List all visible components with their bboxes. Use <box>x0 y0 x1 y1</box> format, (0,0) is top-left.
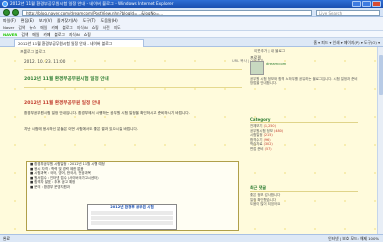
vertical-scrollbar[interactable] <box>377 47 383 234</box>
avatar[interactable] <box>250 61 264 75</box>
search-input[interactable]: Live Search <box>316 9 380 16</box>
window-title-bar: 2012년 11월 환경부공무원시험 일정 안내 - 네이버 블로그 - Win… <box>0 0 383 8</box>
menu-view[interactable]: 보기(V) <box>39 17 52 24</box>
profile: dreamcom 공무원 시험 정보와 합격 노하우를 공유하는 블로그입니다.… <box>250 61 358 91</box>
naver-toolbar-item[interactable]: 쇼핑 <box>84 31 91 37</box>
divider <box>24 69 242 70</box>
link-item[interactable]: 지도 <box>114 24 121 30</box>
post-heading: 2012년 11월 환경부공무원시험 일정 안내 <box>24 77 109 82</box>
window-title: 2012년 11월 환경부공무원시험 일정 안내 - 네이버 블로그 - Win… <box>10 1 174 6</box>
post-date: 2012. 10. 23. 11:00 <box>24 59 66 64</box>
category-name[interactable]: 학습자료 <box>250 142 262 146</box>
category-section: Category 전체보기 (1,250) 공무원시험 정보 (480) 시험일… <box>250 117 358 152</box>
table-row <box>91 211 173 215</box>
recent-comment[interactable]: 도움이 많이 되었어요 <box>250 202 358 207</box>
divider <box>24 87 242 88</box>
menu-bar: 파일(F) 편집(E) 보기(V) 즐겨찾기(A) 도구(T) 도움말(H) <box>0 17 383 24</box>
naver-toolbar-item[interactable]: 메일 <box>32 31 39 37</box>
naver-toolbar-item[interactable]: 지식iN <box>69 31 80 37</box>
schedule-table-title: 2012년 환경부 공무원 시험 <box>110 205 154 209</box>
scrollbar-thumb[interactable] <box>379 55 383 95</box>
naver-toolbar-item[interactable]: 카페 <box>43 31 50 37</box>
link-item[interactable]: Naver <box>3 24 14 30</box>
status-bar: 완료 인터넷 | 보호 모드: 해제 100% <box>0 234 383 242</box>
menu-favorites[interactable]: 즐겨찾기(A) <box>57 17 78 24</box>
category-count: (96) <box>263 137 271 142</box>
link-item[interactable]: 검색 <box>18 24 25 30</box>
link-item[interactable]: 카페 <box>51 24 58 30</box>
menu-tools[interactable]: 도구(T) <box>83 17 96 24</box>
internet-explorer-icon <box>2 1 8 7</box>
menu-help[interactable]: 도움말(H) <box>101 17 118 24</box>
naver-logo[interactable]: NAVER <box>3 31 17 37</box>
post-paragraph: 지난 시험에 응시하신 분들은 이번 시험에서도 좋은 결과 있으시길 바랍니다… <box>24 127 138 131</box>
recent-comments-title: 최근 댓글 <box>250 185 358 192</box>
back-button[interactable] <box>3 9 10 16</box>
category-name[interactable]: 공무원시험 정보 <box>250 129 273 133</box>
info-box: ■ 환경부공무원 시험일정 : 2012년 11월 시행 예정 ■ 응시 자격 … <box>26 161 239 231</box>
category-count: (302) <box>263 142 273 147</box>
naver-toolbar-item[interactable]: 블로그 <box>54 31 64 37</box>
tab-bar: 2012년 11월 환경부공무원시험 일정 안내 - 네이버 블로그 홈 ▾ 피… <box>0 38 383 47</box>
table-row <box>91 221 173 225</box>
maximize-button[interactable] <box>362 1 371 7</box>
blog-top-links[interactable]: 이웃추가 | 내 블로그 <box>254 49 285 54</box>
recent-comments-section: 최근 댓글 좋은 정보 감사합니다 일정 확인했습니다 도움이 많이 되었어요 <box>250 185 358 207</box>
post-title: 2012년 11월 환경부공무원 일정 안내 <box>24 101 101 106</box>
url-input[interactable]: http://blog.naver.com/dreamcom/PostView.… <box>22 9 312 16</box>
menu-edit[interactable]: 편집(E) <box>21 17 34 24</box>
naver-toolbar-item[interactable]: 검색 <box>21 31 28 37</box>
blog-sidebar: 프로필 dreamcom 공무원 시험 정보와 합격 노하우를 공유하는 블로그… <box>250 55 358 233</box>
category-count: (480) <box>274 128 284 133</box>
post-paragraph: 환경부공무원시험 일정 안내입니다. 환경부에서 시행하는 공무원 시험 일정을… <box>24 111 190 115</box>
schedule-table-image: 2012년 환경부 공무원 시험 <box>87 204 177 230</box>
status-text: 완료 <box>3 236 10 241</box>
minimize-button[interactable] <box>352 1 361 7</box>
profile-text: 공무원 시험 정보와 합격 노하우를 공유하는 블로그입니다. 시험 일정과 준… <box>250 77 358 86</box>
category-name[interactable]: 전체보기 <box>250 124 262 128</box>
links-bar: Naver 검색 뉴스 메일 카페 블로그 지식iN 쇼핑 사전 지도 <box>0 24 383 31</box>
zone-status[interactable]: 인터넷 | 보호 모드: 해제 100% <box>328 235 379 242</box>
tab-tools[interactable]: 홈 ▾ 피드 ▾ 인쇄 ▾ 페이지(P) ▾ 도구(O) ▾ <box>313 39 380 46</box>
category-name[interactable]: 면접 준비 <box>250 147 264 151</box>
blog-nav[interactable]: 프롤로그 블로그 <box>20 49 46 55</box>
category-count: (1,250) <box>263 124 276 128</box>
category-name[interactable]: 시험일정 <box>250 133 262 137</box>
forward-button[interactable] <box>12 9 19 16</box>
link-item[interactable]: 블로그 <box>62 24 72 30</box>
link-item[interactable]: 지식iN <box>77 24 88 30</box>
category-title: Category <box>250 117 358 123</box>
category-count: (215) <box>263 133 273 138</box>
tab-current[interactable]: 2012년 11월 환경부공무원시험 일정 안내 - 네이버 블로그 <box>14 39 144 47</box>
window-controls <box>352 1 381 7</box>
table-row <box>91 216 173 220</box>
link-item[interactable]: 쇼핑 <box>92 24 99 30</box>
menu-file[interactable]: 파일(F) <box>3 17 16 24</box>
page-content: 프롤로그 블로그 이웃추가 | 내 블로그 2012. 10. 23. 11:0… <box>0 47 377 234</box>
link-item[interactable]: 메일 <box>40 24 47 30</box>
link-item[interactable]: 사전 <box>103 24 110 30</box>
category-count: (57) <box>264 146 272 151</box>
profile-name[interactable]: dreamcom <box>266 61 286 66</box>
naver-toolbar: NAVER 검색 메일 카페 블로그 지식iN 쇼핑 <box>0 31 383 38</box>
link-item[interactable]: 뉴스 <box>29 24 36 30</box>
close-button[interactable] <box>372 1 381 7</box>
category-name[interactable]: 합격수기 <box>250 138 262 142</box>
category-item[interactable]: 면접 준비 (57) <box>250 147 358 152</box>
info-line: ■ 문의 : 환경부 운영지원과 <box>30 184 70 189</box>
address-bar: http://blog.naver.com/dreamcom/PostView.… <box>0 8 383 17</box>
